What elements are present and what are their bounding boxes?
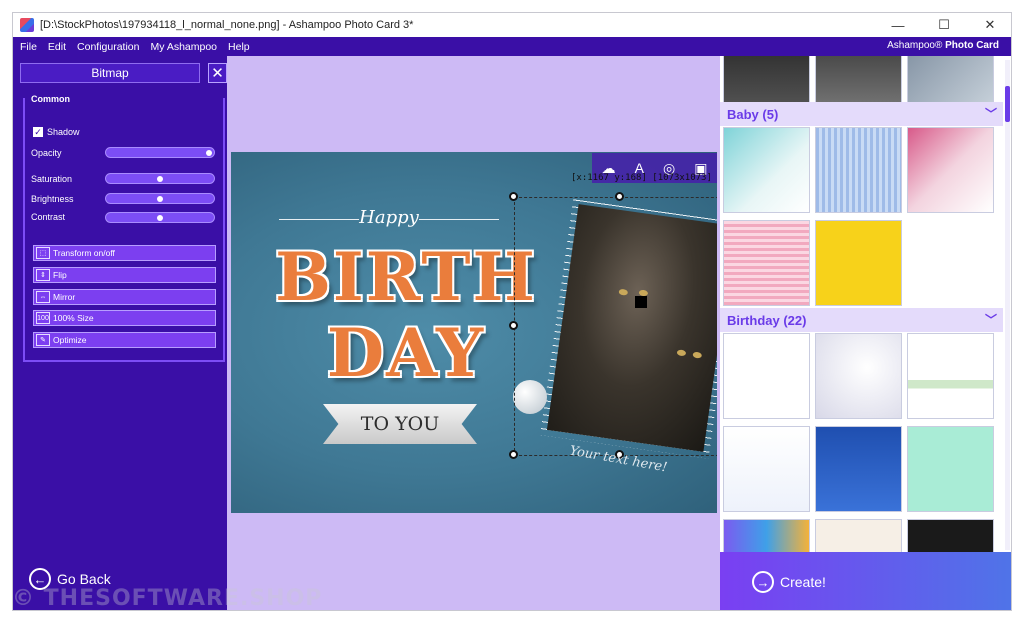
group-label: Common [31, 94, 70, 104]
selection-box[interactable] [509, 192, 717, 459]
saturation-slider[interactable] [105, 173, 215, 184]
contrast-label: Contrast [31, 212, 66, 222]
card-day-text[interactable]: DAY [261, 314, 551, 392]
template-thumb[interactable]: ⚙ [815, 220, 902, 306]
properties-panel: Bitmap ✕ Common ✓ Shadow Opacity Saturat… [13, 56, 227, 610]
template-thumb[interactable] [815, 333, 902, 419]
template-thumb[interactable] [815, 519, 902, 552]
contrast-slider[interactable] [105, 212, 215, 223]
resize-handle[interactable] [615, 192, 624, 201]
minimize-button[interactable]: — [875, 13, 921, 37]
template-gallery[interactable]: Baby (5) ﹀ ⚙ Birthday (22) ﹀ [720, 56, 1003, 552]
shadow-label: Shadow [47, 127, 80, 137]
saturation-label: Saturation [31, 174, 73, 184]
template-thumb[interactable] [723, 333, 810, 419]
mirror-button[interactable]: ⇔ Mirror [33, 289, 216, 305]
brand-label: Ashampoo® Photo Card [887, 40, 999, 51]
template-thumb[interactable] [723, 220, 810, 306]
category-baby[interactable]: Baby (5) ﹀ [720, 102, 1003, 126]
menu-bar: File Edit Configuration My Ashampoo Help… [13, 37, 1011, 56]
flip-icon: ⇕ [36, 269, 50, 281]
optimize-icon: ✎ [36, 334, 50, 346]
template-thumb[interactable] [723, 519, 810, 552]
close-window-button[interactable]: ✕ [967, 13, 1011, 37]
app-window: [D:\StockPhotos\197934118_l_normal_none.… [12, 12, 1012, 611]
slider-knob[interactable] [157, 215, 163, 221]
slider-knob[interactable] [157, 176, 163, 182]
title-bar: [D:\StockPhotos\197934118_l_normal_none.… [13, 13, 1011, 37]
window-title: [D:\StockPhotos\197934118_l_normal_none.… [40, 19, 414, 31]
menu-my-ashampoo[interactable]: My Ashampoo [146, 41, 221, 53]
flip-button[interactable]: ⇕ Flip [33, 267, 216, 283]
app-icon [20, 18, 34, 32]
coordinates-readout: [x:1167 y:168] [1073x1073] [571, 173, 712, 183]
template-thumb[interactable] [907, 426, 994, 512]
shadow-checkbox[interactable]: ✓ [33, 127, 43, 137]
chevron-down-icon[interactable]: ﹀ [985, 105, 997, 122]
template-thumb[interactable] [815, 426, 902, 512]
template-thumb[interactable] [815, 127, 902, 213]
template-thumb[interactable] [723, 127, 810, 213]
slider-knob[interactable] [157, 196, 163, 202]
menu-file[interactable]: File [16, 41, 41, 53]
slider-knob[interactable] [206, 150, 212, 156]
resize-handle[interactable] [509, 321, 518, 330]
watermark: © THESOFTWARE.SHOP [12, 586, 323, 611]
menu-edit[interactable]: Edit [44, 41, 70, 53]
template-thumb[interactable] [907, 333, 994, 419]
rotate-handle[interactable] [635, 296, 647, 308]
category-birthday[interactable]: Birthday (22) ﹀ [720, 308, 1003, 332]
card-happy-text[interactable]: Happy [279, 207, 499, 228]
template-thumb[interactable] [907, 127, 994, 213]
shadow-option[interactable]: ✓ Shadow [33, 127, 80, 137]
transform-icon: ⬚ [36, 247, 50, 259]
maximize-button[interactable]: ☐ [921, 13, 967, 37]
opacity-label: Opacity [31, 148, 62, 158]
resize-handle[interactable] [509, 192, 518, 201]
template-thumb[interactable] [907, 519, 994, 552]
card-preview[interactable]: Happy BIRTH DAY TO YOU ☁ A ◎ ▣ [x:1167 y… [231, 152, 717, 513]
brightness-slider[interactable] [105, 193, 215, 204]
gallery-scrollbar[interactable] [1005, 60, 1010, 550]
panel-title: Bitmap [20, 63, 200, 83]
brightness-label: Brightness [31, 194, 74, 204]
mirror-icon: ⇔ [36, 291, 50, 303]
menu-configuration[interactable]: Configuration [73, 41, 143, 53]
template-gallery-panel: Baby (5) ﹀ ⚙ Birthday (22) ﹀ [720, 56, 1011, 610]
card-birth-text[interactable]: BIRTH [261, 238, 551, 316]
arrow-right-icon: → [752, 571, 774, 593]
menu-help[interactable]: Help [224, 41, 254, 53]
opacity-slider[interactable] [105, 147, 215, 158]
canvas-area[interactable]: Happy BIRTH DAY TO YOU ☁ A ◎ ▣ [x:1167 y… [227, 56, 720, 610]
original-size-button[interactable]: 100 100% Size [33, 310, 216, 326]
create-button[interactable]: → Create! [720, 552, 1011, 610]
template-thumb[interactable] [723, 426, 810, 512]
size-100-icon: 100 [36, 312, 50, 324]
scrollbar-thumb[interactable] [1005, 86, 1010, 122]
optimize-button[interactable]: ✎ Optimize [33, 332, 216, 348]
chevron-down-icon[interactable]: ﹀ [985, 311, 997, 328]
transform-button[interactable]: ⬚ Transform on/off [33, 245, 216, 261]
card-ribbon[interactable]: TO YOU [323, 404, 477, 444]
resize-handle[interactable] [509, 450, 518, 459]
close-icon[interactable]: ✕ [208, 63, 227, 83]
